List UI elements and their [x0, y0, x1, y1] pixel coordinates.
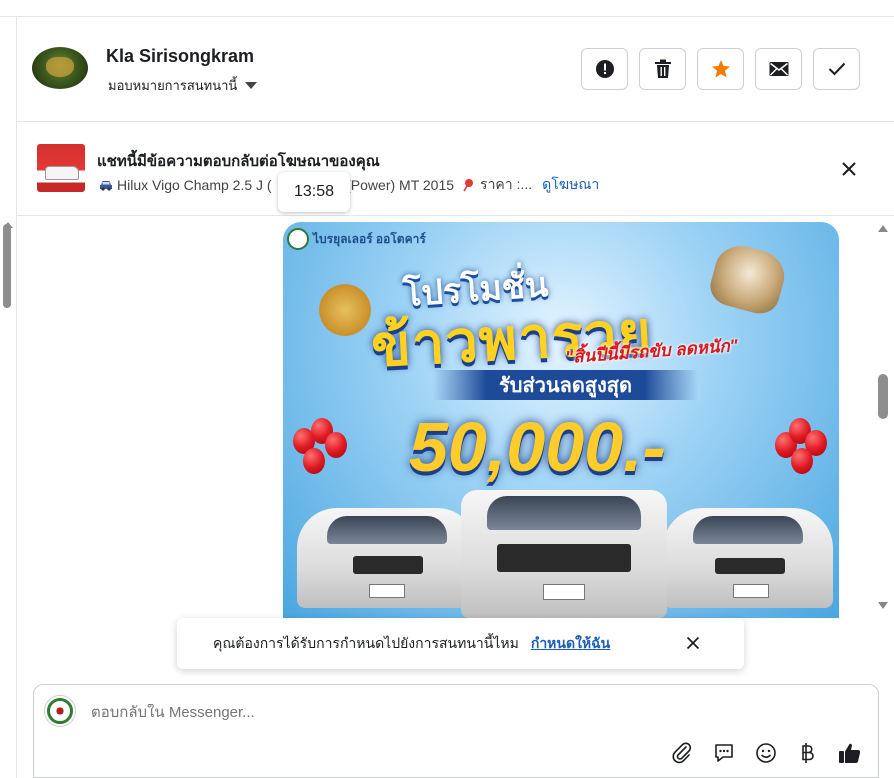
emoji-button[interactable]: [752, 739, 780, 767]
spam-button[interactable]: [581, 48, 628, 90]
ad-price-label: ราคา :...: [480, 176, 533, 192]
close-icon: [842, 162, 856, 176]
page-avatar: [44, 695, 76, 727]
ad-banner-close-button[interactable]: [837, 157, 861, 181]
balloons-left-graphic: [289, 418, 349, 498]
thumbs-up-icon: [839, 743, 861, 763]
assign-notification: คุณต้องการได้รับการกำหนดไปยังการสนทนานี้…: [177, 618, 744, 669]
promo-amount: 50,000.-: [409, 408, 666, 486]
scroll-thumb[interactable]: [3, 224, 11, 308]
promo-band: รับส่วนลดสูงสุด: [433, 370, 698, 400]
delete-button[interactable]: [639, 48, 686, 90]
ad-thumbnail[interactable]: [37, 144, 85, 192]
assign-to-me-link[interactable]: กำหนดให้ฉัน: [531, 633, 610, 655]
ad-subtitle-prefix: Hilux Vigo Champ 2.5 J (: [117, 177, 272, 193]
caret-down-icon: [245, 82, 258, 89]
scroll-thumb[interactable]: [878, 374, 888, 419]
saved-reply-icon: [715, 744, 733, 762]
balloons-right-graphic: [771, 418, 831, 498]
assign-label: มอบหมายการสนทนานี้: [108, 78, 238, 93]
saved-reply-button[interactable]: [710, 739, 738, 767]
notification-text: คุณต้องการได้รับการกำหนดไปยังการสนทนานี้…: [213, 634, 519, 651]
ad-reply-banner: แชทนี้มีข้อความตอบกลับต่อโฆษณาของคุณ Hil…: [17, 123, 894, 216]
conversation-header: Kla Sirisongkram มอบหมายการสนทนานี้: [17, 17, 894, 122]
baht-icon: [802, 743, 814, 763]
attach-icon: [672, 742, 692, 764]
ad-subtitle-middle: ) (Power) MT 2015: [337, 177, 455, 193]
composer-tools: [668, 739, 864, 767]
notification-close-button[interactable]: [682, 632, 704, 654]
promo-image-message[interactable]: ไบรยุลเลอร์ ออโตคาร์ โปรโมชั่น ข้าวพารวย…: [283, 222, 839, 618]
contact-name[interactable]: Kla Sirisongkram: [106, 46, 254, 67]
envelope-icon: [769, 62, 788, 76]
pushpin-icon: [463, 179, 474, 192]
assign-dropdown[interactable]: มอบหมายการสนทนานี้: [108, 75, 258, 96]
reply-composer: [33, 684, 879, 778]
scroll-up-arrow-icon[interactable]: [878, 225, 888, 232]
alert-icon: [595, 60, 614, 78]
mark-done-button[interactable]: [813, 48, 860, 90]
trash-icon: [654, 59, 671, 78]
rice-sack-graphic: [706, 239, 790, 319]
like-button[interactable]: [836, 739, 864, 767]
brand-logo: [287, 228, 309, 250]
timestamp-tooltip: 13:58: [278, 172, 350, 212]
star-button[interactable]: [697, 48, 744, 90]
top-strip: [0, 0, 894, 17]
payment-button[interactable]: [794, 739, 822, 767]
attach-button[interactable]: [668, 739, 696, 767]
left-scrollbar[interactable]: [0, 17, 17, 778]
promo-brand-text: ไบรยุลเลอร์ ออโตคาร์: [313, 232, 426, 246]
emoji-icon: [756, 743, 776, 763]
header-actions: [581, 48, 860, 90]
scroll-down-arrow-icon[interactable]: [878, 602, 888, 609]
close-icon: [686, 636, 700, 650]
reply-input[interactable]: [91, 704, 591, 721]
mark-unread-button[interactable]: [755, 48, 802, 90]
cars-graphic: [283, 490, 839, 618]
view-ad-link[interactable]: ดูโฆษณา: [542, 174, 599, 196]
check-icon: [828, 62, 845, 76]
ad-banner-title: แชทนี้มีข้อความตอบกลับต่อโฆษณาของคุณ: [97, 153, 380, 170]
thread-scrollbar[interactable]: [876, 222, 890, 614]
avatar[interactable]: [32, 47, 88, 89]
car-icon: [100, 181, 112, 191]
star-icon: [711, 60, 730, 78]
